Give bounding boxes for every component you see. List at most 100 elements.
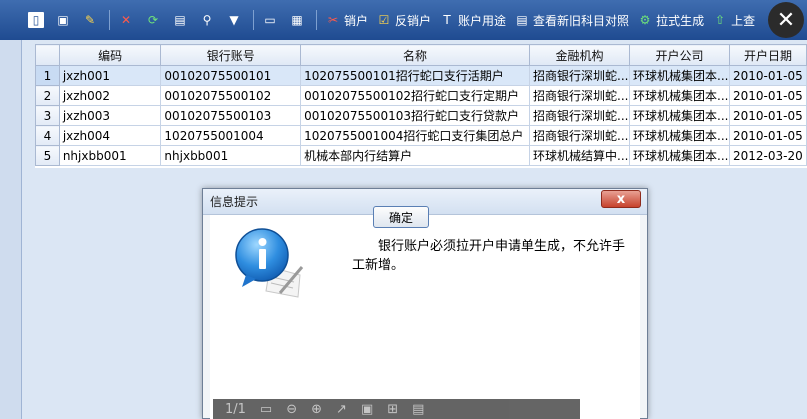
cell-open-date[interactable]: 2010-01-05	[728, 125, 807, 146]
cell-name[interactable]: 机械本部内行结算户	[300, 145, 531, 166]
cell-account-number[interactable]: 1020755001004	[160, 125, 302, 146]
cell-institution[interactable]: 招商银行深圳蛇...	[529, 65, 630, 86]
delete-icon: ✕	[120, 13, 132, 27]
new-button[interactable]: ▯	[24, 7, 51, 33]
cell-code[interactable]: jxzh004	[58, 125, 162, 146]
col-header-code[interactable]: 编码	[58, 44, 162, 66]
share-icon[interactable]: ↗	[336, 402, 347, 417]
col-header-rownum	[35, 44, 60, 66]
filter-button[interactable]: ⚲	[195, 7, 222, 33]
cell-open-date[interactable]: 2010-01-05	[728, 65, 807, 86]
cell-institution[interactable]: 环球机械结算中...	[529, 145, 630, 166]
save-button[interactable]: ▣	[51, 7, 78, 33]
delete-button[interactable]: ✕	[114, 7, 141, 33]
cell-code[interactable]: nhjxbb001	[58, 145, 162, 166]
toolbar-separator	[109, 10, 110, 30]
row-number: 3	[35, 105, 60, 126]
col-header-account-number[interactable]: 银行账号	[160, 44, 302, 66]
ok-button[interactable]: 确定	[373, 206, 429, 228]
upload-icon: ⇧	[715, 13, 726, 27]
account-purpose-button[interactable]: T 账户用途	[435, 7, 510, 33]
cell-name[interactable]: 00102075500103招行蛇口支行贷款户	[300, 105, 531, 126]
cell-institution[interactable]: 招商银行深圳蛇...	[529, 105, 630, 126]
compare-icon: ▤	[516, 13, 528, 27]
cell-company[interactable]: 环球机械集团本...	[629, 125, 730, 146]
row-number: 5	[35, 145, 60, 166]
save-icon: ▣	[57, 13, 69, 27]
print-button[interactable]: ▭	[258, 7, 285, 33]
clipboard-icon: ▤	[174, 13, 186, 27]
undo-cancel-button[interactable]: ☑ 反销户	[372, 7, 435, 33]
compare-accounts-label: 查看新旧科目对照	[533, 13, 630, 28]
row-number: 4	[35, 125, 60, 146]
cell-account-number[interactable]: 00102075500102	[160, 85, 302, 106]
dialog-close-button[interactable]: x	[601, 190, 641, 208]
cell-account-number[interactable]: 00102075500103	[160, 105, 302, 126]
table-row[interactable]: 1 jxzh001 00102075500101 102075500101招行蛇…	[35, 65, 807, 86]
cell-institution[interactable]: 招商银行深圳蛇...	[529, 85, 630, 106]
cell-company[interactable]: 环球机械集团本...	[629, 85, 730, 106]
cell-code[interactable]: jxzh002	[58, 85, 162, 106]
cell-code[interactable]: jxzh001	[58, 65, 162, 86]
close-icon[interactable]: ✕	[768, 2, 804, 38]
cell-account-number[interactable]: nhjxbb001	[160, 145, 302, 166]
cell-company[interactable]: 环球机械集团本...	[629, 105, 730, 126]
cell-name[interactable]: 102075500101招行蛇口支行活期户	[300, 65, 531, 86]
cancel-account-label: 销户	[344, 13, 369, 28]
cancel-account-button[interactable]: ✂ 销户	[321, 7, 372, 33]
table-row[interactable]: 2 jxzh002 00102075500102 00102075500102招…	[35, 85, 807, 106]
print-preview-icon: ▦	[291, 13, 303, 27]
trace-up-label: 上查	[731, 13, 756, 28]
toolbar-separator	[316, 10, 317, 30]
clipboard-button[interactable]: ▤	[168, 7, 195, 33]
page-nav-bar: 1/1 ▭ ⊖ ⊕ ↗ ▣ ⊞ ▤	[213, 399, 580, 419]
undo-cancel-icon: ☑	[378, 13, 390, 27]
account-purpose-label: 账户用途	[458, 13, 507, 28]
table-row[interactable]: 4 jxzh004 1020755001004 1020755001004招行蛇…	[35, 125, 807, 146]
zoom-in-icon[interactable]: ⊕	[311, 402, 322, 417]
col-header-institution[interactable]: 金融机构	[529, 44, 630, 66]
cell-open-date[interactable]: 2012-03-20	[728, 145, 807, 166]
save-icon[interactable]: ▣	[361, 402, 373, 417]
cell-company[interactable]: 环球机械集团本...	[629, 65, 730, 86]
toolbar-separator	[253, 10, 254, 30]
dropdown-icon: ▼	[229, 13, 239, 27]
row-number: 1	[35, 65, 60, 86]
brush-button[interactable]: ✎	[78, 7, 105, 33]
dropdown-button[interactable]: ▼	[222, 7, 249, 33]
copy-icon[interactable]: ▤	[412, 402, 424, 417]
compare-accounts-button[interactable]: ▤ 查看新旧科目对照	[510, 7, 633, 33]
toolbar: ▯ ▣ ✎ ✕ ⟳ ▤ ⚲ ▼ ▭ ▦ ✂ 销户 ☑ 反销户 T 账户用途 ▤ 查看新旧…	[0, 0, 807, 40]
col-header-company[interactable]: 开户公司	[629, 44, 730, 66]
table-row[interactable]: 3 jxzh003 00102075500103 00102075500103招…	[35, 105, 807, 126]
pull-generate-button[interactable]: ⚙ 拉式生成	[633, 7, 708, 33]
cell-open-date[interactable]: 2010-01-05	[728, 85, 807, 106]
print-preview-button[interactable]: ▦	[285, 7, 312, 33]
generate-icon: ⚙	[639, 13, 651, 27]
col-header-open-date[interactable]: 开户日期	[728, 44, 807, 66]
col-header-name[interactable]: 名称	[300, 44, 531, 66]
add-icon[interactable]: ⊞	[387, 402, 398, 417]
cell-code[interactable]: jxzh003	[58, 105, 162, 126]
cell-name[interactable]: 00102075500102招行蛇口支行定期户	[300, 85, 531, 106]
refresh-button[interactable]: ⟳	[141, 7, 168, 33]
cell-open-date[interactable]: 2010-01-05	[728, 105, 807, 126]
trace-up-button[interactable]: ⇧ 上查	[708, 7, 759, 33]
page-indicator: 1/1	[225, 401, 246, 417]
filter-icon: ⚲	[202, 13, 212, 27]
pull-generate-label: 拉式生成	[656, 13, 705, 28]
cancel-account-icon: ✂	[327, 13, 339, 27]
zoom-out-icon[interactable]: ⊖	[286, 402, 297, 417]
refresh-icon: ⟳	[147, 13, 159, 27]
cell-company[interactable]: 环球机械集团本...	[629, 145, 730, 166]
brush-icon: ✎	[84, 13, 96, 27]
cell-institution[interactable]: 招商银行深圳蛇...	[529, 125, 630, 146]
undo-cancel-label: 反销户	[395, 13, 432, 28]
table-row[interactable]: 5 nhjxbb001 nhjxbb001 机械本部内行结算户 环球机械结算中.…	[35, 145, 807, 166]
purpose-icon: T	[443, 13, 451, 27]
cell-account-number[interactable]: 00102075500101	[160, 65, 302, 86]
row-number: 2	[35, 85, 60, 106]
left-panel-edge	[0, 0, 22, 419]
fit-icon[interactable]: ▭	[260, 402, 272, 417]
cell-name[interactable]: 1020755001004招行蛇口支行集团总户	[300, 125, 531, 146]
